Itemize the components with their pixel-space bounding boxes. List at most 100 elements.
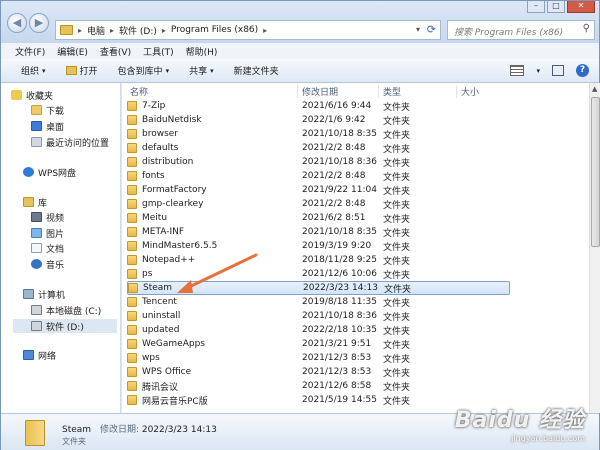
view-options-icon[interactable] [510,65,525,76]
file-name: WeGameApps [142,339,205,349]
address-bar[interactable]: ▸ 电脑 ▸ 软件 (D:) ▸ Program Files (x86) ▸ ▾… [55,20,441,40]
file-row[interactable]: MindMaster6.5.5 2019/3/19 9:20 文件夹 [127,239,510,253]
forward-button[interactable]: ▶ [29,13,49,33]
nav-documents[interactable]: 文档 [31,241,64,255]
breadcrumb-folder[interactable]: Program Files (x86) [171,25,258,35]
nav-music[interactable]: 音乐 [31,257,64,271]
chevron-right-icon[interactable]: ▸ [162,26,166,35]
folder-icon [127,157,137,167]
nav-wps-cloud[interactable]: WPS网盘 [23,165,76,179]
file-row[interactable]: Notepad++ 2018/11/28 9:25 文件夹 [127,253,510,267]
file-row[interactable]: distribution 2021/10/18 8:36 文件夹 [127,155,510,169]
chevron-down-icon[interactable]: ▾ [536,67,540,75]
file-type: 文件夹 [383,368,411,379]
menu-help[interactable]: 帮助(H) [186,45,218,58]
include-in-library-button[interactable]: 包含到库中 ▾ [118,64,170,78]
network-icon [23,350,34,360]
search-placeholder: 搜索 Program Files (x86) [454,28,564,38]
nav-network[interactable]: 网络 [23,348,56,362]
file-row[interactable]: WPS Office 2021/12/3 8:53 文件夹 [127,365,510,379]
file-row[interactable]: 网易云音乐PC版 2021/5/19 14:55 文件夹 [127,393,510,407]
file-row[interactable]: Steam 2022/3/23 14:13 文件夹 [127,281,510,295]
folder-icon [127,115,137,125]
breadcrumb-drive[interactable]: 软件 (D:) [119,24,157,37]
organize-button[interactable]: 组织 ▾ [21,64,46,78]
file-row[interactable]: browser 2021/10/18 8:35 文件夹 [127,127,510,141]
refresh-icon[interactable]: ⟳ [427,23,436,36]
search-icon[interactable]: ⚲ [583,23,590,34]
column-divider[interactable] [378,85,379,98]
nav-libraries[interactable]: 库 [23,195,47,209]
nav-favorites[interactable]: 收藏夹 [11,88,53,102]
video-icon [31,212,42,222]
nav-downloads[interactable]: 下载 [31,103,64,117]
nav-label: 文档 [46,244,65,255]
nav-recent[interactable]: 最近访问的位置 [31,135,109,149]
back-button[interactable]: ◀ [7,13,27,33]
scroll-up-icon[interactable]: ▲ [592,85,597,93]
search-input[interactable]: 搜索 Program Files (x86) ⚲ [447,20,595,40]
column-divider[interactable] [297,85,298,98]
scrollbar-thumb[interactable] [591,97,600,247]
maximize-button[interactable]: □ [547,1,565,13]
nav-pictures[interactable]: 图片 [31,226,64,240]
file-row[interactable]: ps 2021/12/6 10:06 文件夹 [127,267,510,281]
minimize-button[interactable]: – [527,1,545,13]
nav-label: WPS网盘 [38,168,77,179]
file-date: 2021/6/2 8:51 [302,213,366,223]
file-name: wps [142,353,160,363]
file-row[interactable]: fonts 2021/2/2 8:48 文件夹 [127,169,510,183]
file-row[interactable]: Meitu 2021/6/2 8:51 文件夹 [127,211,510,225]
details-modified: 2022/3/23 14:13 [141,425,217,435]
menu-file[interactable]: 文件(F) [15,45,45,58]
preview-pane-icon[interactable] [552,65,564,76]
nav-software-disk-d[interactable]: 软件 (D:) [13,319,117,333]
file-row[interactable]: uninstall 2021/10/18 8:36 文件夹 [127,309,510,323]
nav-videos[interactable]: 视频 [31,210,64,224]
column-divider[interactable] [456,85,457,98]
help-icon[interactable]: ? [576,64,589,77]
file-date: 2021/3/21 9:51 [302,339,372,349]
file-name: MindMaster6.5.5 [142,241,218,251]
file-row[interactable]: updated 2022/2/18 10:35 文件夹 [127,323,510,337]
file-row[interactable]: 7-Zip 2021/6/16 9:44 文件夹 [127,99,510,113]
file-row[interactable]: Tencent 2019/8/18 11:35 文件夹 [127,295,510,309]
file-type: 文件夹 [383,340,411,351]
file-name: updated [142,325,180,335]
download-folder-icon [31,105,42,115]
file-row[interactable]: 腾讯会议 2021/12/6 8:58 文件夹 [127,379,510,393]
chevron-right-icon[interactable]: ▸ [263,26,267,35]
file-row[interactable]: FormatFactory 2021/9/22 11:04 文件夹 [127,183,510,197]
file-row[interactable]: WeGameApps 2021/3/21 9:51 文件夹 [127,337,510,351]
breadcrumb-computer[interactable]: 电脑 [87,24,105,37]
library-icon [23,197,34,207]
nav-local-disk-c[interactable]: 本地磁盘 (C:) [31,303,101,317]
chevron-right-icon[interactable]: ▸ [110,26,114,35]
column-header-type[interactable]: 类型 [383,85,401,99]
file-row[interactable]: BaiduNetdisk 2022/1/6 9:42 文件夹 [127,113,510,127]
new-folder-button[interactable]: 新建文件夹 [234,64,279,77]
column-header-name[interactable]: 名称 [130,85,148,99]
nav-desktop[interactable]: 桌面 [31,119,64,133]
column-header-size[interactable]: 大小 [461,85,479,99]
menu-tools[interactable]: 工具(T) [143,45,174,58]
file-row[interactable]: defaults 2021/2/2 8:48 文件夹 [127,141,510,155]
file-row[interactable]: wps 2021/12/3 8:53 文件夹 [127,351,510,365]
file-row[interactable]: gmp-clearkey 2021/2/2 8:48 文件夹 [127,197,510,211]
open-button[interactable]: 打开 [65,64,98,77]
close-button[interactable]: ✕ [567,1,595,13]
file-type: 文件夹 [384,284,412,295]
address-dropdown-icon[interactable]: ▾ [416,25,420,34]
column-header-date[interactable]: 修改日期 [302,85,338,99]
share-button[interactable]: 共享 ▾ [189,64,214,78]
menu-view[interactable]: 查看(V) [100,45,131,58]
file-date: 2022/2/18 10:35 [302,325,377,335]
file-name: Steam [143,283,173,293]
vertical-scrollbar[interactable]: ▲ [589,83,600,413]
file-name: 网易云音乐PC版 [142,396,208,407]
nav-computer[interactable]: 计算机 [23,287,65,301]
details-summary: Steam 修改日期: 2022/3/23 14:13 [62,422,217,435]
drive-icon [31,321,42,331]
menu-edit[interactable]: 编辑(E) [57,45,88,58]
file-row[interactable]: META-INF 2021/10/18 8:35 文件夹 [127,225,510,239]
